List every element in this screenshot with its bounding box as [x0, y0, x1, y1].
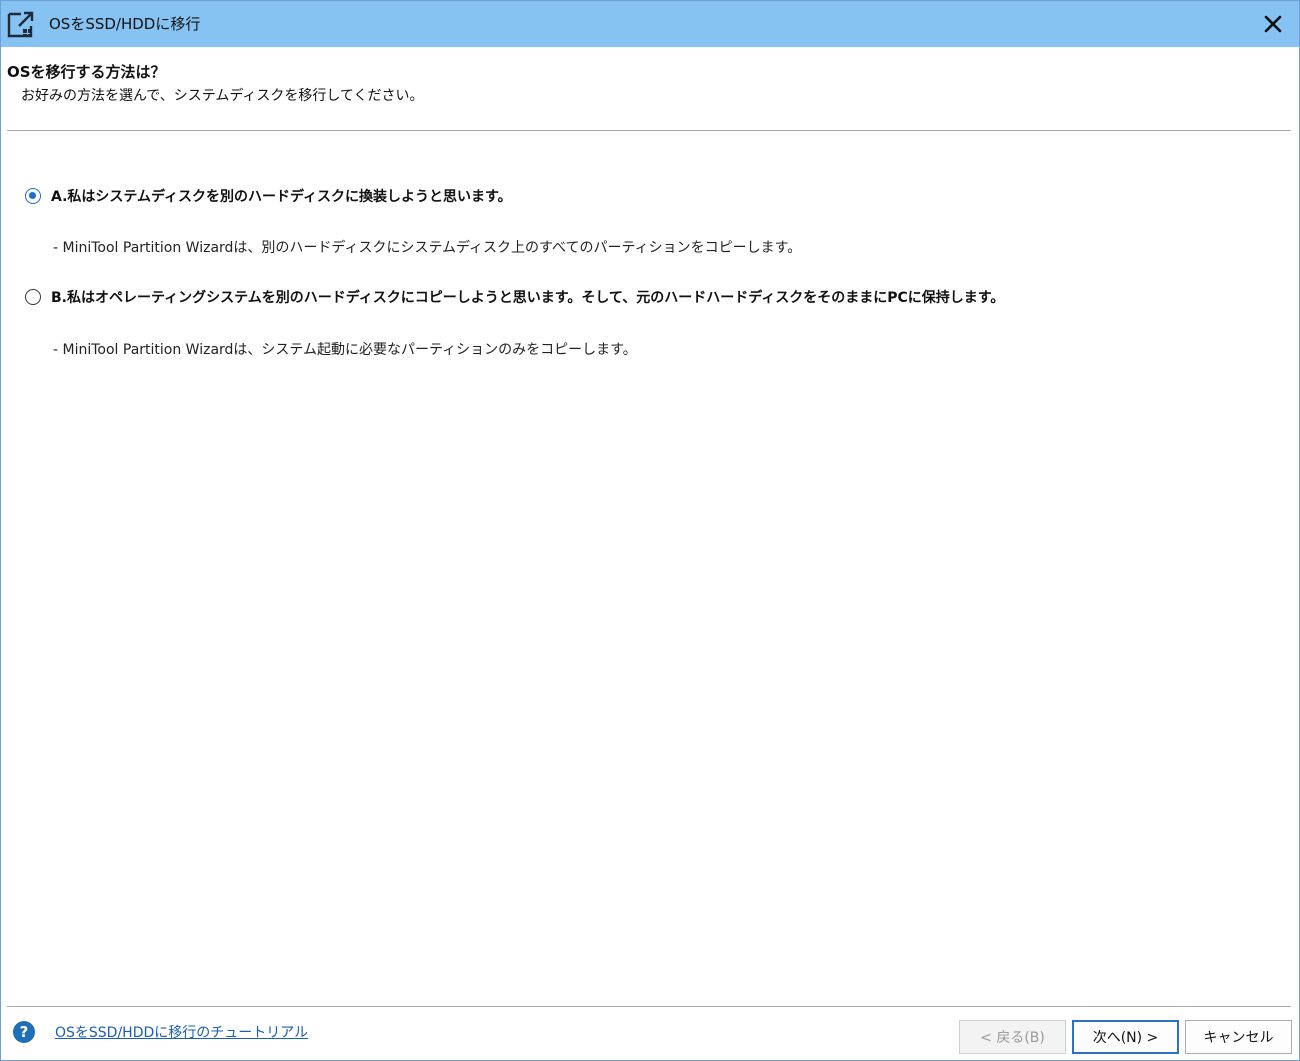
back-button[interactable]: < 戻る(B): [959, 1020, 1066, 1054]
header-divider: [7, 130, 1291, 131]
next-button[interactable]: 次へ(N) >: [1072, 1020, 1179, 1054]
option-b-radio-row[interactable]: B.私はオペレーティングシステムを別のハードディスクにコピーしようと思います。そ…: [25, 287, 1004, 307]
close-icon: [1264, 15, 1282, 33]
option-b-radio[interactable]: [25, 289, 41, 305]
option-a-radio[interactable]: [25, 188, 41, 204]
window-title: OSをSSD/HDDに移行: [49, 15, 201, 33]
option-a-label: A.私はシステムディスクを別のハードディスクに換装しようと思います。: [51, 189, 512, 205]
title-bar: OSをSSD/HDDに移行: [1, 1, 1299, 47]
tutorial-link[interactable]: OSをSSD/HDDに移行のチュートリアル: [55, 1022, 308, 1042]
migrate-disk-icon: [5, 8, 37, 40]
footer-help: ? OSをSSD/HDDに移行のチュートリアル: [13, 1021, 308, 1043]
cancel-button[interactable]: キャンセル: [1185, 1020, 1292, 1054]
option-b-label: B.私はオペレーティングシステムを別のハードディスクにコピーしようと思います。そ…: [51, 290, 1005, 306]
page-subtitle: お好みの方法を選んで、システムディスクを移行してください。: [21, 88, 424, 104]
close-button[interactable]: [1257, 8, 1289, 40]
help-icon[interactable]: ?: [13, 1021, 35, 1043]
dialog-header: OSを移行する方法は？ お好みの方法を選んで、システムディスクを移行してください…: [1, 47, 1299, 131]
migrate-os-dialog: OSをSSD/HDDに移行 OSを移行する方法は？ お好みの方法を選んで、システ…: [0, 0, 1300, 1061]
page-title: OSを移行する方法は？: [7, 63, 166, 81]
option-a-description: - MiniTool Partition Wizardは、別のハードディスクにシ…: [53, 240, 802, 256]
option-a-radio-row[interactable]: A.私はシステムディスクを別のハードディスクに換装しようと思います。: [25, 186, 512, 206]
footer-divider: [7, 1006, 1291, 1007]
option-b-description: - MiniTool Partition Wizardは、システム起動に必要なパ…: [53, 342, 637, 358]
